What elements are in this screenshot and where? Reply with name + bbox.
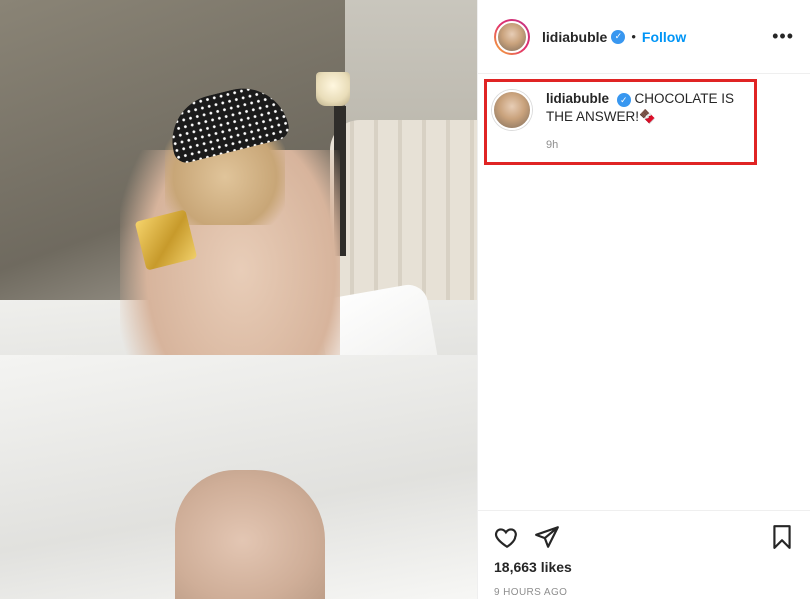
header-separator: • (631, 29, 636, 44)
verified-badge-icon: ✓ (611, 29, 626, 44)
instagram-post: lidiabuble ✓ • Follow ••• lidiabuble ✓ C… (0, 0, 810, 599)
caption-avatar[interactable] (492, 90, 532, 130)
heart-icon[interactable] (494, 524, 520, 550)
follow-button[interactable]: Follow (642, 29, 686, 45)
likes-count[interactable]: 18,663 likes (494, 559, 795, 575)
author-username[interactable]: lidiabuble (542, 29, 607, 45)
bookmark-icon[interactable] (769, 524, 795, 550)
post-actions-footer: 18,663 likes 9 HOURS AGO (478, 510, 810, 599)
post-header: lidiabuble ✓ • Follow ••• (478, 0, 810, 74)
author-avatar-image (496, 20, 528, 53)
caption-comment: lidiabuble ✓ CHOCOLATE IS THE ANSWER!🍫 9… (492, 90, 767, 154)
photo-knee (175, 470, 325, 599)
photo-lamp (316, 72, 350, 106)
post-sidebar: lidiabuble ✓ • Follow ••• lidiabuble ✓ C… (477, 0, 810, 599)
author-avatar[interactable] (494, 18, 530, 55)
post-timestamp[interactable]: 9 HOURS AGO (494, 587, 795, 598)
post-photo[interactable] (0, 0, 477, 599)
more-options-icon[interactable]: ••• (772, 26, 794, 47)
paper-plane-icon[interactable] (534, 524, 560, 550)
caption-time[interactable]: 9h (546, 136, 756, 154)
caption-username[interactable]: lidiabuble (546, 91, 609, 106)
action-bar (494, 521, 795, 553)
caption-verified-badge-icon: ✓ (616, 93, 631, 107)
caption-body: lidiabuble ✓ CHOCOLATE IS THE ANSWER!🍫 9… (546, 90, 756, 154)
